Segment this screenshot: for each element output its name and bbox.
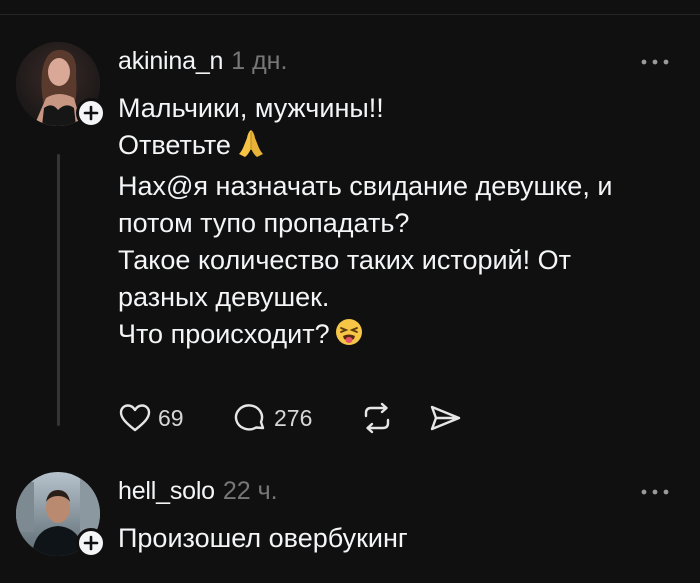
like-count: 69 [158,404,184,431]
plus-icon [83,105,99,121]
reply-button[interactable]: 276 [234,402,360,434]
post-line: разных девушек. [118,279,678,316]
post-text: Произошел овербукинг [118,523,408,553]
reply-count: 276 [274,404,313,431]
plus-icon [83,535,99,551]
more-button[interactable] [638,484,672,500]
post: hell_solo 22 ч. Произошел овербукинг [0,472,700,583]
more-icon [641,59,669,65]
post-line: Ответьте [118,127,678,168]
tired-face-icon [335,319,362,345]
tired-face-emoji [334,317,364,357]
follow-button[interactable] [76,98,106,128]
share-icon [430,405,461,431]
repost-button[interactable] [360,402,428,434]
avatar-container[interactable] [16,472,106,558]
post-actions: 69 276 [118,398,462,438]
post-body: Мальчики, мужчины!! Ответьте Нах@я назна… [118,90,678,357]
more-icon [641,489,669,495]
share-button[interactable] [428,402,462,434]
folded-hands-emoji [235,128,267,168]
post-text: Ответьте [118,130,231,160]
thread-line [57,154,60,426]
timestamp: 22 ч. [222,477,278,505]
post-text: разных девушек. [118,282,330,312]
post-header: akinina_n 1 дн. [118,47,287,76]
post-line: Нах@я назначать свидание девушке, и [118,168,678,205]
post-line: Произошел овербукинг [118,520,678,557]
post-header: hell_solo 22 ч. [118,477,278,506]
post-line: потом тупо пропадать? [118,205,678,242]
post-text: Нах@я назначать свидание девушке, и [118,171,613,201]
post-line: Такое количество таких историй! От [118,242,678,279]
post-line: Что происходит? [118,316,678,357]
more-button[interactable] [638,54,672,70]
folded-hands-icon [238,130,263,157]
post-text: Что происходит? [118,319,330,349]
heart-icon [119,404,151,432]
follow-button[interactable] [76,528,106,558]
repost-icon [364,402,390,434]
username[interactable]: hell_solo [118,477,215,506]
timestamp: 1 дн. [231,47,288,75]
post: akinina_n 1 дн. Мальчики, мужчины!! Отве… [0,42,700,442]
post-body: Произошел овербукинг [118,520,678,557]
comment-icon [234,404,265,431]
post-text: Мальчики, мужчины!! [118,93,384,123]
post-text: потом тупо пропадать? [118,208,410,238]
top-divider [0,14,700,15]
username[interactable]: akinina_n [118,47,223,76]
post-text: Такое количество таких историй! От [118,245,572,275]
post-line: Мальчики, мужчины!! [118,90,678,127]
avatar-container[interactable] [16,42,106,128]
like-button[interactable]: 69 [118,402,234,434]
